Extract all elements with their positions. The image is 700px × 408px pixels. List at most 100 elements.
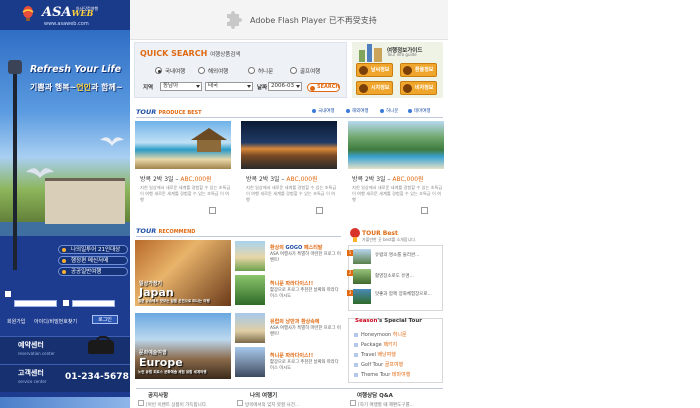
side-menu-item-3[interactable]: 공공일반여행 bbox=[58, 267, 128, 276]
radio-overseas[interactable] bbox=[198, 67, 205, 74]
post-icon bbox=[237, 400, 243, 406]
radio-golf[interactable] bbox=[290, 67, 297, 74]
id-icon bbox=[5, 291, 11, 297]
search-icon bbox=[310, 85, 315, 91]
currency-icon bbox=[403, 66, 412, 75]
seasons-title: Season's Special Tour bbox=[355, 318, 422, 324]
product-desc: 지친 일상에서 새로운 세계를 경험할 수 있는 초특급 이 여행 새로운 세계… bbox=[140, 185, 231, 202]
recommend-section-title: TOUR RECOMMEND bbox=[136, 227, 196, 235]
date-select[interactable]: 2006-03 bbox=[268, 82, 302, 91]
tour-best-thumbnail[interactable] bbox=[353, 249, 371, 264]
lamp-post-icon bbox=[13, 70, 17, 270]
product-image[interactable] bbox=[241, 121, 337, 169]
tour-best-thumbnail[interactable] bbox=[353, 289, 371, 304]
product-title[interactable]: 방콕 2박 3일 – ABC,000원 bbox=[246, 174, 318, 183]
tour-best-title: TOUR Best bbox=[362, 230, 398, 237]
logo-area[interactable]: ASAWEB 아사닷컴여행 www.asaweb.com bbox=[0, 0, 130, 30]
notice-post[interactable]: [아빈 이벤트 상품이 가득합니다. bbox=[146, 402, 207, 408]
detail-icon[interactable] bbox=[209, 207, 216, 214]
tour-best-item[interactable]: 활영장소로도 유명... bbox=[375, 274, 414, 280]
search-button[interactable]: SEARCH bbox=[307, 83, 340, 92]
link-domestic[interactable]: 국내여행 bbox=[312, 108, 335, 114]
product-desc: 지친 일상에서 새로운 세계를 경험할 수 있는 초특급 이 여행 새로운 세계… bbox=[352, 185, 443, 202]
chevron-down-icon bbox=[196, 85, 200, 88]
radio-label-domestic: 국내여행 bbox=[165, 69, 186, 75]
find-id-link[interactable]: 아이디/비밀번호찾기 bbox=[34, 318, 77, 325]
europe-banner[interactable]: 문화예술여행 Europe 노턴 유럽 피로스 문화예술 체험 유럽 세계여행 bbox=[135, 313, 231, 379]
tour-best-item[interactable]: 유럽의 명소를 둘러싼... bbox=[375, 253, 419, 259]
region-select-1[interactable]: 동남아 bbox=[160, 82, 202, 91]
balloon-logo-icon bbox=[22, 6, 34, 21]
detail-icon[interactable] bbox=[421, 207, 428, 214]
guide-subtitle: Tour info guide bbox=[387, 52, 417, 57]
exchange-info-button[interactable]: 환율정보 bbox=[400, 63, 437, 77]
post-icon bbox=[350, 400, 356, 406]
festival-thumbnail[interactable] bbox=[235, 241, 265, 271]
side-menu-item-2[interactable]: 행정편 메신저메 bbox=[58, 256, 128, 265]
recommend-item-title[interactable]: 허니문 파라다이스!! bbox=[270, 280, 313, 287]
link-honeymoon[interactable]: 허니문 bbox=[380, 108, 398, 114]
login-id-field[interactable] bbox=[14, 300, 57, 307]
login-password-field[interactable] bbox=[72, 300, 115, 307]
product-image[interactable] bbox=[348, 121, 444, 169]
my-trip-post[interactable]: 방콕에서의 잊지 못할 사건... bbox=[245, 402, 299, 408]
radio-label-golf: 골프여행 bbox=[300, 69, 321, 75]
qna-board-title[interactable]: 여행상담 Q&A bbox=[357, 391, 393, 399]
tour-best-item[interactable]: 맛좋과 함께 양화체험장으로... bbox=[375, 292, 437, 298]
reservation-title: 예약센터 bbox=[18, 341, 44, 349]
service-title: 고객센터 bbox=[18, 369, 44, 377]
season-item-golf[interactable]: Golf Tour 골프여행 bbox=[354, 361, 403, 368]
hero-subtitle: 기쁨과 행복~언인과 함께~ bbox=[30, 83, 123, 92]
radio-label-overseas: 해외여행 bbox=[208, 69, 229, 75]
link-overseas[interactable]: 해외여행 bbox=[346, 108, 369, 114]
side-menu-item-1[interactable]: 나의일투어 21인대상 bbox=[58, 245, 128, 254]
qna-post[interactable]: [하기 여행할 때 제편도구를... bbox=[358, 402, 414, 408]
link-theme[interactable]: 테마여행 bbox=[408, 108, 431, 114]
city-thumbnail[interactable] bbox=[235, 347, 265, 377]
login-button[interactable]: 로그인 bbox=[92, 315, 118, 324]
hero-water bbox=[0, 222, 130, 236]
tour-best-thumbnail[interactable] bbox=[353, 269, 371, 284]
timezone-info-button[interactable]: 시차정보 bbox=[356, 81, 393, 95]
recommend-item-title[interactable]: 유럽의 낭만과 환상속에 bbox=[270, 318, 319, 325]
lamp-head-icon bbox=[8, 60, 22, 74]
hero-building bbox=[45, 178, 125, 224]
bird-icon bbox=[100, 137, 124, 146]
bottom-decoration bbox=[0, 397, 130, 408]
season-item-theme[interactable]: Theme Tour 테마여행 bbox=[354, 371, 410, 378]
plugin-puzzle-icon bbox=[227, 11, 242, 29]
my-trip-board-title[interactable]: 나의 여행기 bbox=[250, 391, 277, 399]
signup-link[interactable]: 회원가입 bbox=[7, 318, 25, 325]
recommend-item-title[interactable]: 환상의 GOGO 페스티발 bbox=[270, 244, 322, 251]
region-select-2[interactable]: 태국 bbox=[205, 82, 253, 91]
product-title[interactable]: 방콕 2박 3일 – ABC,000원 bbox=[352, 174, 424, 183]
europe-thumbnail[interactable] bbox=[235, 313, 265, 343]
flash-message: Adobe Flash Player 已不再受支持 bbox=[250, 16, 377, 25]
detail-icon[interactable] bbox=[316, 207, 323, 214]
bullet-icon bbox=[62, 259, 66, 263]
chevron-down-icon bbox=[296, 85, 300, 88]
season-item-travel[interactable]: Travel 배낭여행 bbox=[354, 351, 396, 358]
notice-board-title[interactable]: 공지사항 bbox=[148, 391, 168, 399]
season-item-package[interactable]: Package 패키지 bbox=[354, 341, 397, 348]
radio-domestic[interactable] bbox=[155, 67, 162, 74]
divider bbox=[136, 117, 443, 118]
password-icon bbox=[63, 300, 69, 306]
quick-search-title: QUICK SEARCH 여행상품검색 bbox=[140, 49, 241, 58]
bullet-icon bbox=[62, 270, 66, 274]
landmark-icon bbox=[359, 44, 382, 62]
radio-honeymoon[interactable] bbox=[248, 67, 255, 74]
season-item-honeymoon[interactable]: Honeymoon 허니문 bbox=[354, 331, 407, 338]
product-title[interactable]: 방콕 2박 3일 – ABC,000원 bbox=[140, 174, 212, 183]
honeymoon-thumbnail[interactable] bbox=[235, 275, 265, 305]
service-phone-number: 01-234-5678 bbox=[65, 372, 129, 382]
recommend-item-text: ASA 여행사가 특별히 마련한 프로그 이벤트! bbox=[270, 252, 341, 263]
chevron-down-icon bbox=[247, 85, 251, 88]
bullet-icon bbox=[62, 248, 66, 252]
recommend-item-title[interactable]: 허니문 파라다이스!! bbox=[270, 352, 313, 359]
weather-info-button[interactable]: 날씨정보 bbox=[356, 63, 393, 77]
tour-best-subtitle: 가볼만한 곳 best를 소개합니다. bbox=[362, 237, 417, 242]
logo-slogan: 아사닷컴여행 bbox=[76, 6, 99, 11]
visa-info-button[interactable]: 비자정보 bbox=[400, 81, 437, 95]
japan-banner[interactable]: 일상가정기 Japan 일본 규슈에서 맛보는 일품 온천으로 떠나는 여행 bbox=[135, 240, 231, 306]
